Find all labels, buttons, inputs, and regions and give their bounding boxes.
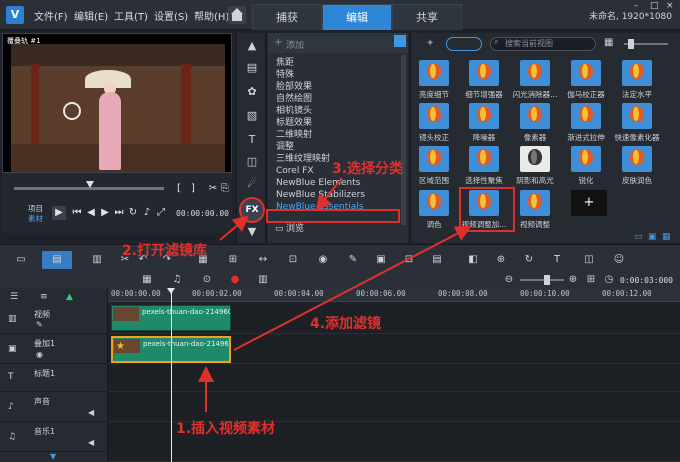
annotation-step3: 3.选择分类 — [332, 161, 404, 177]
annotation-arrows — [198, 177, 472, 412]
annotation-step2: 2.打开滤镜库 — [122, 243, 208, 259]
annotation-step4: 4.添加滤镜 — [310, 316, 382, 332]
arrow-step2 — [219, 215, 250, 241]
annotation-step1: 1.插入视频素材 — [176, 421, 276, 437]
arrow-step3 — [315, 177, 343, 212]
